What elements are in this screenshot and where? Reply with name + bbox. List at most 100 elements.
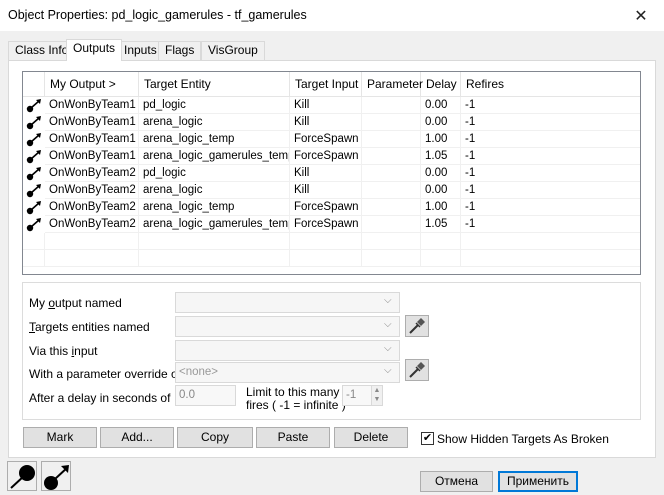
show-hidden-checkbox[interactable]: ✔ (421, 432, 434, 445)
delay-input[interactable]: 0.0 (175, 385, 236, 406)
mark-button[interactable]: Mark (23, 427, 97, 448)
empty-row (23, 250, 640, 267)
targets-named-combo[interactable]: ⌵ (175, 316, 400, 337)
cell-parameter (362, 165, 421, 182)
tab-inputs[interactable]: Inputs (117, 41, 164, 60)
empty-cell (290, 233, 362, 250)
entity-input-icon[interactable] (41, 461, 71, 491)
chevron-down-icon: ⌵ (384, 343, 392, 354)
close-button[interactable]: ✕ (618, 0, 664, 31)
cancel-button[interactable]: Отмена (420, 471, 493, 492)
empty-cell (362, 233, 421, 250)
output-named-label: My output named (29, 296, 122, 310)
pick-entity-button[interactable] (405, 315, 429, 337)
title-bar: Object Properties: pd_logic_gamerules - … (0, 0, 664, 32)
cell-target-input: Kill (290, 165, 362, 182)
cell-target-input: Kill (290, 182, 362, 199)
cell-delay: 0.00 (421, 114, 461, 131)
cell-target-entity: arena_logic_temp (139, 199, 290, 216)
cell-refires: -1 (461, 182, 640, 199)
empty-cell (421, 233, 461, 250)
param-override-combo[interactable]: <none> ⌵ (175, 362, 400, 383)
table-row[interactable]: OnWonByTeam1 arena_logic Kill 0.00 -1 (23, 114, 640, 131)
cell-refires: -1 (461, 131, 640, 148)
empty-cell (290, 250, 362, 267)
tab-outputs[interactable]: Outputs (66, 39, 123, 61)
grid-header: My Output > Target Entity Target Input P… (23, 72, 640, 97)
col-target-entity[interactable]: Target Entity (139, 72, 290, 97)
cell-refires: -1 (461, 165, 640, 182)
cell-delay: 1.00 (421, 199, 461, 216)
cell-target-entity: arena_logic_temp (139, 131, 290, 148)
via-input-combo[interactable]: ⌵ (175, 340, 400, 361)
cell-output: OnWonByTeam2 (45, 165, 139, 182)
empty-cell (45, 250, 139, 267)
empty-row (23, 233, 640, 250)
cell-refires: -1 (461, 148, 640, 165)
targets-named-label: Targets entities named (29, 320, 150, 334)
cell-output: OnWonByTeam2 (45, 199, 139, 216)
add-button[interactable]: Add... (100, 427, 174, 448)
col-target-input[interactable]: Target Input (290, 72, 362, 97)
limit-fires-input[interactable]: -1 (342, 385, 372, 406)
pick-param-button[interactable] (405, 359, 429, 381)
table-row[interactable]: OnWonByTeam2 pd_logic Kill 0.00 -1 (23, 165, 640, 182)
table-row[interactable]: OnWonByTeam1 pd_logic Kill 0.00 -1 (23, 97, 640, 114)
table-row[interactable]: OnWonByTeam1 arena_logic_temp ForceSpawn 1.… (23, 131, 640, 148)
apply-button[interactable]: Применить (498, 471, 578, 492)
empty-cell (45, 233, 139, 250)
output-named-combo[interactable]: ⌵ (175, 292, 400, 313)
paste-button[interactable]: Paste (256, 427, 330, 448)
cell-parameter (362, 148, 421, 165)
param-override-label: With a parameter override of (29, 367, 182, 381)
output-connection-icon (26, 184, 41, 198)
copy-button[interactable]: Copy (177, 427, 253, 448)
tab-visgroup[interactable]: VisGroup (201, 41, 265, 60)
cell-output: OnWonByTeam1 (45, 131, 139, 148)
table-row[interactable]: OnWonByTeam2 arena_logic Kill 0.00 -1 (23, 182, 640, 199)
cell-refires: -1 (461, 97, 640, 114)
col-delay[interactable]: Delay (421, 72, 461, 97)
table-row[interactable]: OnWonByTeam2 arena_logic_temp ForceSpawn 1.… (23, 199, 640, 216)
cell-delay: 1.05 (421, 148, 461, 165)
cell-target-entity: pd_logic (139, 165, 290, 182)
cell-target-input: ForceSpawn (290, 216, 362, 233)
table-row[interactable]: OnWonByTeam1 arena_logic_gamerules_temp Fo… (23, 148, 640, 165)
delete-button[interactable]: Delete (334, 427, 408, 448)
show-hidden-label[interactable]: Show Hidden Targets As Broken (437, 432, 609, 446)
cell-target-input: ForceSpawn (290, 131, 362, 148)
empty-cell (139, 233, 290, 250)
cell-output: OnWonByTeam1 (45, 148, 139, 165)
output-connection-icon (26, 99, 41, 113)
output-connection-icon (26, 133, 41, 147)
empty-cell (23, 233, 45, 250)
outputs-grid[interactable]: My Output > Target Entity Target Input P… (22, 71, 641, 275)
cell-delay: 0.00 (421, 97, 461, 114)
cell-parameter (362, 182, 421, 199)
eyedropper-icon (409, 318, 425, 334)
limit-fires-label: Limit to this many fires ( -1 = infinite… (246, 386, 346, 412)
empty-cell (461, 233, 640, 250)
spin-down-icon[interactable]: ▼ (372, 395, 382, 404)
entity-output-icon[interactable] (7, 461, 37, 491)
cell-target-input: Kill (290, 114, 362, 131)
empty-cell (461, 250, 640, 267)
output-connection-icon (26, 150, 41, 164)
spin-up-icon[interactable]: ▲ (372, 386, 382, 395)
col-parameter[interactable]: Parameter (362, 72, 423, 97)
cell-parameter (362, 216, 421, 233)
output-connection-icon (10, 465, 35, 489)
limit-fires-spinner[interactable]: ▲ ▼ (371, 385, 383, 406)
table-row[interactable]: OnWonByTeam2 arena_logic_gamerules_temp Fo… (23, 216, 640, 233)
col-refires[interactable]: Refires (461, 72, 640, 97)
chevron-down-icon: ⌵ (384, 295, 392, 306)
col-my-output[interactable]: My Output > (45, 72, 139, 97)
cell-parameter (362, 114, 421, 131)
cell-refires: -1 (461, 199, 640, 216)
tab-flags[interactable]: Flags (158, 41, 202, 60)
cell-parameter (362, 131, 421, 148)
output-connection-icon (26, 167, 41, 181)
limit-fires-line2: fires ( -1 = infinite ) (246, 398, 346, 412)
cell-delay: 0.00 (421, 165, 461, 182)
col-icon (23, 72, 45, 97)
